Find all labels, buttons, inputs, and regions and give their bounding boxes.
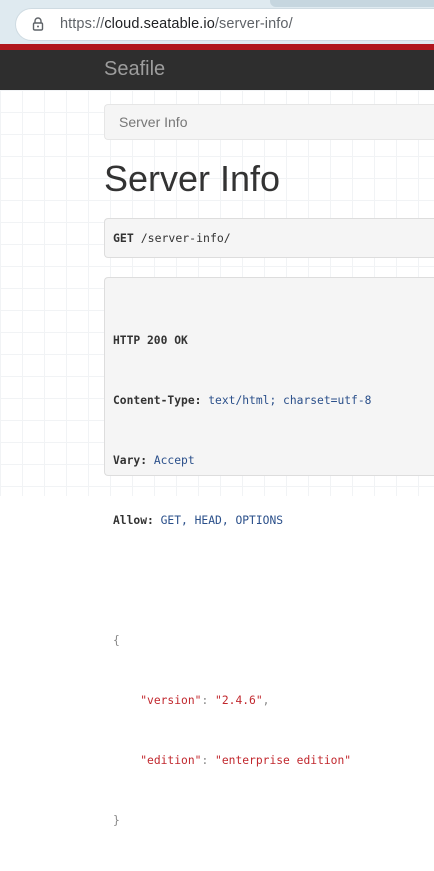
url-scheme: https://	[60, 16, 105, 32]
header-name: Content-Type:	[113, 394, 202, 407]
json-close-brace: }	[113, 814, 120, 827]
header-value: GET, HEAD, OPTIONS	[160, 514, 284, 527]
lock-icon[interactable]	[30, 16, 46, 32]
request-path: /server-info/	[140, 231, 231, 245]
json-field-edition: "edition": "enterprise edition"	[140, 754, 352, 767]
main-content: Server Info Server Info GET /server-info…	[0, 90, 434, 827]
json-value: "enterprise edition"	[215, 754, 352, 767]
header-value: text/html; charset=utf-8	[208, 394, 372, 407]
header-name: Vary:	[113, 454, 148, 467]
url-domain: cloud.seatable.io	[104, 16, 215, 32]
request-method: GET	[113, 231, 134, 245]
breadcrumb-item-server-info[interactable]: Server Info	[119, 114, 187, 130]
header-line: Content-Type: text/html; charset=utf-8	[113, 391, 371, 411]
page-title: Server Info	[104, 158, 281, 199]
address-bar[interactable]: https://cloud.seatable.io/server-info/	[16, 9, 434, 40]
json-field-version: "version": "2.4.6",	[140, 694, 270, 707]
json-key: "edition"	[140, 754, 202, 767]
navbar: Seafile	[0, 50, 434, 90]
brand-link[interactable]: Seafile	[104, 58, 165, 81]
json-value: "2.4.6"	[215, 694, 263, 707]
request-info: GET /server-info/	[104, 218, 434, 258]
json-key: "version"	[140, 694, 202, 707]
header-name: Allow:	[113, 514, 154, 527]
status-line: HTTP 200 OK	[113, 334, 188, 347]
breadcrumb: Server Info	[104, 104, 434, 140]
response-code: HTTP 200 OK Content-Type: text/html; cha…	[113, 291, 371, 871]
tab-strip	[270, 0, 434, 7]
header-value: Accept	[153, 454, 195, 467]
json-open-brace: {	[113, 634, 120, 647]
url-path: /server-info/	[214, 16, 293, 32]
header-line: Allow: GET, HEAD, OPTIONS	[113, 511, 371, 531]
url-text[interactable]: https://cloud.seatable.io/server-info/	[60, 16, 293, 32]
header-line: Vary: Accept	[113, 451, 371, 471]
browser-toolbar: https://cloud.seatable.io/server-info/	[0, 0, 434, 44]
request-line: GET /server-info/	[113, 231, 231, 245]
response-info: HTTP 200 OK Content-Type: text/html; cha…	[104, 277, 434, 827]
json-comma: ,	[262, 694, 270, 707]
